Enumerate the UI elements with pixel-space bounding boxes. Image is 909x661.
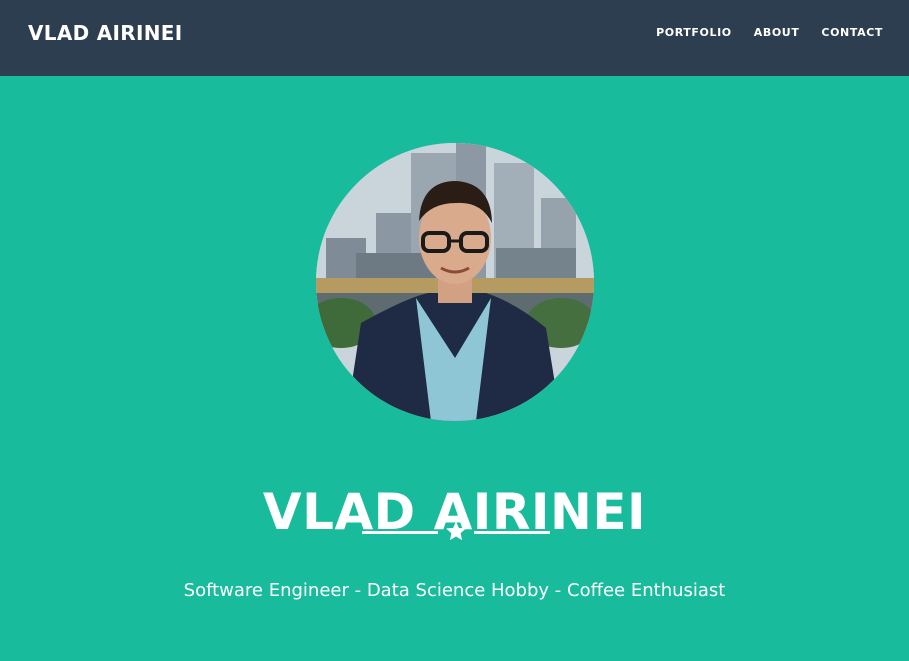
divider-line-left bbox=[362, 531, 438, 534]
profile-photo-illustration bbox=[316, 143, 594, 421]
nav-link-about[interactable]: ABOUT bbox=[754, 26, 800, 40]
hero-section: VLAD AIRINEI Software Engineer - Data Sc… bbox=[0, 76, 909, 661]
nav-links: PORTFOLIO ABOUT CONTACT bbox=[656, 26, 883, 40]
profile-photo bbox=[316, 143, 594, 421]
navbar: VLAD AIRINEI PORTFOLIO ABOUT CONTACT bbox=[0, 0, 909, 76]
star-icon bbox=[446, 521, 466, 541]
title-divider bbox=[362, 520, 550, 544]
nav-link-portfolio[interactable]: PORTFOLIO bbox=[656, 26, 732, 40]
nav-link-contact[interactable]: CONTACT bbox=[821, 26, 883, 40]
hero-subtitle: Software Engineer - Data Science Hobby -… bbox=[183, 580, 726, 601]
brand-link[interactable]: VLAD AIRINEI bbox=[28, 20, 182, 46]
divider-line-right bbox=[474, 531, 550, 534]
